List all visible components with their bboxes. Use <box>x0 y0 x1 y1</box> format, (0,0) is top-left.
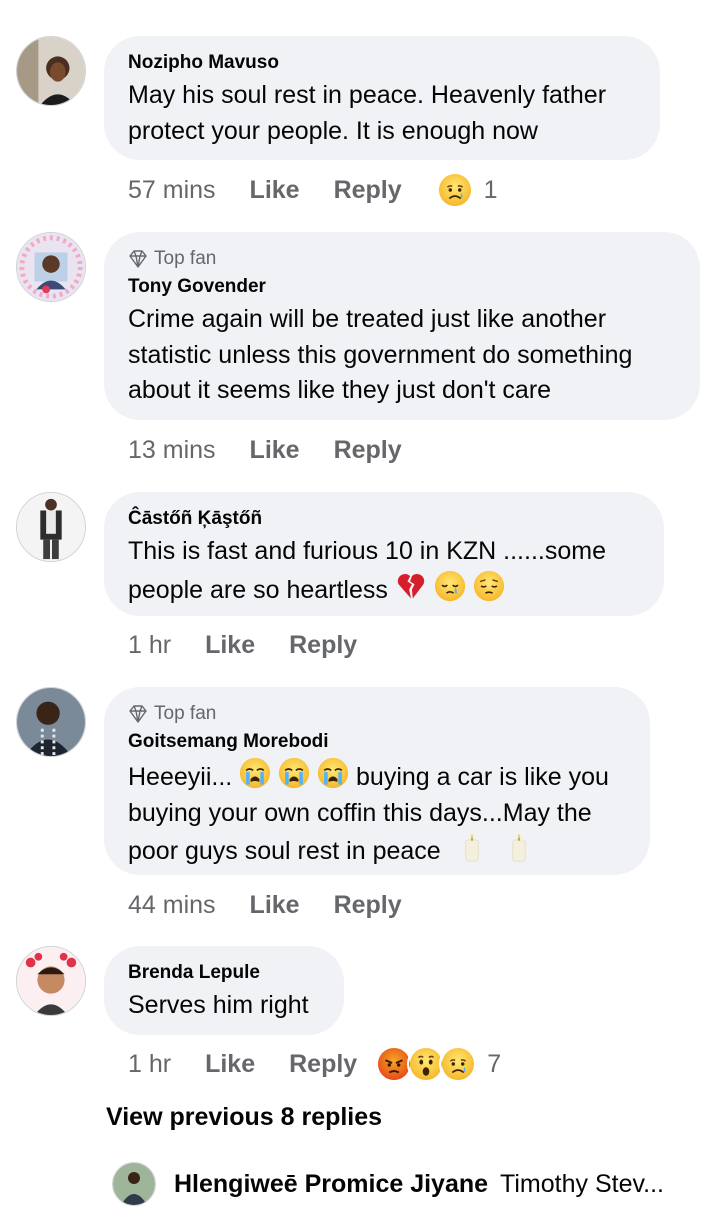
candle-icon <box>456 831 488 863</box>
reply-preview[interactable]: Hlengiweē Promice Jiyane Timothy Stev... <box>112 1162 712 1206</box>
reply-author-name[interactable]: Hlengiweē Promice Jiyane <box>174 1170 488 1199</box>
comment-actions: 44 mins Like Reply <box>128 885 436 925</box>
sad-face-icon <box>435 171 474 209</box>
comment-actions: 13 mins Like Reply <box>128 430 436 470</box>
avatar[interactable] <box>16 36 86 106</box>
comment-actions: 1 hr Like Reply <box>128 625 391 665</box>
comment-text-line: Crime again will be treated just like an… <box>128 305 607 333</box>
candle-icon <box>503 831 535 863</box>
comment-bubble: Brenda Lepule Serves him right <box>104 946 344 1035</box>
avatar[interactable] <box>112 1162 156 1206</box>
comment-text: Heeeyii... <box>128 763 233 791</box>
comment-actions: 1 hr Like Reply 7 <box>128 1044 501 1084</box>
commenter-name[interactable]: Ĉāstőñ Ķāştőñ <box>128 506 640 532</box>
sleepy-face-icon <box>434 570 466 602</box>
comment-text-line-emoji: people are so heartless <box>128 570 640 609</box>
diamond-icon <box>128 705 148 723</box>
comment-bubble: Top fan Goitsemang Morebodi Heeeyii... b… <box>104 687 650 875</box>
reaction-summary[interactable]: 7 <box>375 1045 501 1083</box>
like-button[interactable]: Like <box>250 436 300 465</box>
comment-time[interactable]: 57 mins <box>128 176 216 205</box>
reply-button[interactable]: Reply <box>334 176 402 205</box>
reply-button[interactable]: Reply <box>289 1050 357 1079</box>
commenter-name[interactable]: Brenda Lepule <box>128 960 320 986</box>
reply-preview-text: Timothy Stev... <box>500 1169 664 1198</box>
reply-button[interactable]: Reply <box>289 631 357 660</box>
comment-time[interactable]: 44 mins <box>128 891 216 920</box>
comment-bubble: Nozipho Mavuso May his soul rest in peac… <box>104 36 660 160</box>
reply-button[interactable]: Reply <box>334 436 402 465</box>
reaction-count: 7 <box>487 1049 502 1078</box>
crying-face-icon <box>278 757 310 789</box>
like-button[interactable]: Like <box>250 891 300 920</box>
comment-text: buying a car is like you <box>356 763 609 791</box>
comment-text: people are so heartless <box>128 575 388 604</box>
pensive-face-icon <box>473 570 505 602</box>
reply-button[interactable]: Reply <box>334 891 402 920</box>
reaction-count: 1 <box>483 175 498 204</box>
avatar[interactable] <box>16 946 86 1016</box>
avatar[interactable] <box>16 687 86 757</box>
comment-text-line: Serves him right <box>128 991 309 1019</box>
view-previous-replies-link[interactable]: View previous 8 replies <box>106 1103 382 1132</box>
comment-time[interactable]: 1 hr <box>128 1050 171 1079</box>
like-button[interactable]: Like <box>205 1050 255 1079</box>
comment-text-line: May his soul rest in peace. Heavenly fat… <box>128 81 607 109</box>
top-fan-badge: Top fan <box>128 701 626 727</box>
avatar[interactable] <box>16 232 86 302</box>
comment-time[interactable]: 13 mins <box>128 436 216 465</box>
comment-time[interactable]: 1 hr <box>128 631 171 660</box>
sad-face-icon <box>439 1045 478 1083</box>
comment-text-line: about it seems like they just don't care <box>128 376 552 404</box>
comment-text-line: statistic unless this government do some… <box>128 340 633 369</box>
comment-text-line: This is fast and furious 10 in KZN .....… <box>128 537 606 565</box>
comment-text-line: buying your own coffin this days...May t… <box>128 798 592 827</box>
comment-actions: 57 mins Like Reply 1 <box>128 170 498 210</box>
comment-text-line-emoji: Heeeyii... buying a car is like you <box>128 757 626 796</box>
comment-bubble: Ĉāstőñ Ķāştőñ This is fast and furious 1… <box>104 492 664 616</box>
comment-bubble: Top fan Tony Govender Crime again will b… <box>104 232 700 420</box>
comment-text-line-emoji: poor guys soul rest in peace <box>128 831 626 870</box>
commenter-name[interactable]: Tony Govender <box>128 274 676 300</box>
broken-heart-icon <box>395 570 427 602</box>
commenter-name[interactable]: Goitsemang Morebodi <box>128 729 626 755</box>
comment-text-line: protect your people. It is enough now <box>128 116 538 145</box>
top-fan-badge: Top fan <box>128 246 676 272</box>
avatar[interactable] <box>16 492 86 562</box>
like-button[interactable]: Like <box>205 631 255 660</box>
diamond-icon <box>128 250 148 268</box>
reaction-summary[interactable]: 1 <box>435 171 498 209</box>
like-button[interactable]: Like <box>250 176 300 205</box>
top-fan-label: Top fan <box>154 703 217 724</box>
crying-face-icon <box>239 757 271 789</box>
top-fan-label: Top fan <box>154 248 217 269</box>
crying-face-icon <box>317 757 349 789</box>
commenter-name[interactable]: Nozipho Mavuso <box>128 50 636 76</box>
comment-text: poor guys soul rest in peace <box>128 837 441 865</box>
